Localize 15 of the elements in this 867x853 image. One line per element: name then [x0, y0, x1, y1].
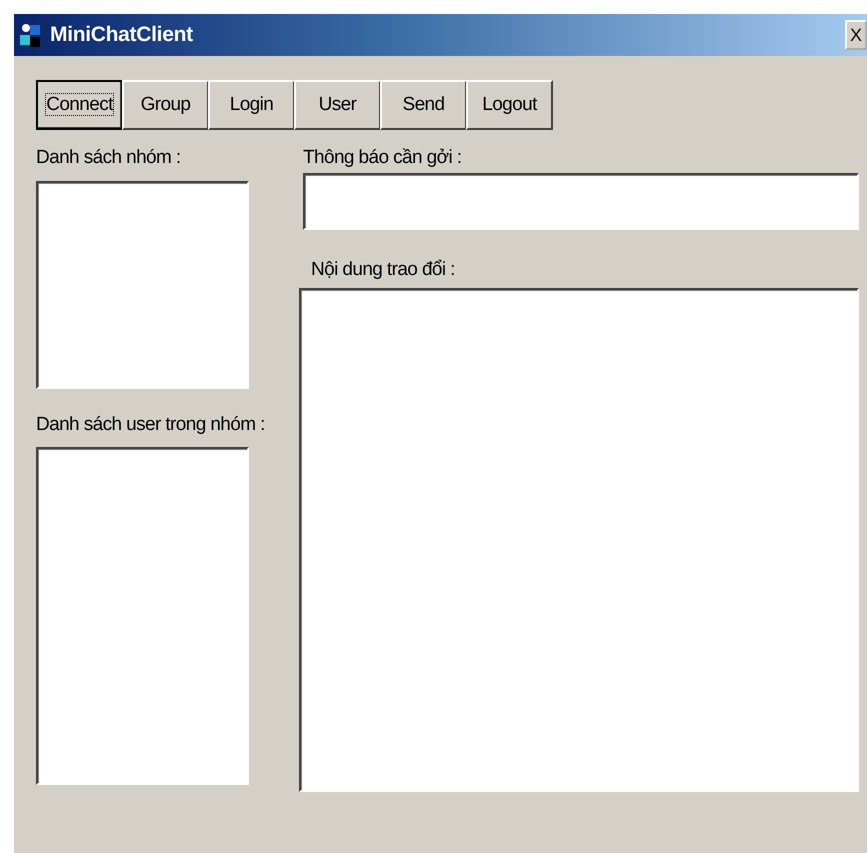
message-field[interactable]: [303, 172, 859, 230]
message-label: Thông báo cần gởi :: [303, 146, 462, 170]
toolbar-button[interactable]: Connect: [36, 80, 123, 130]
window-title: MiniChatClient: [50, 22, 193, 48]
toolbar-button[interactable]: Login: [208, 80, 295, 130]
user-list-label: Danh sách user trong nhóm :: [36, 412, 265, 436]
group-list[interactable]: [36, 180, 249, 388]
toolbar-button[interactable]: Logout: [466, 80, 553, 130]
conversation-label: Nội dung trao đổi :: [311, 258, 455, 282]
toolbar-button[interactable]: User: [294, 80, 381, 130]
toolbar-button[interactable]: Group: [122, 80, 209, 130]
close-button[interactable]: X: [845, 20, 867, 50]
user-list[interactable]: [36, 447, 249, 785]
toolbar-button[interactable]: Send: [380, 80, 467, 130]
group-list-label: Danh sách nhóm :: [36, 146, 181, 170]
